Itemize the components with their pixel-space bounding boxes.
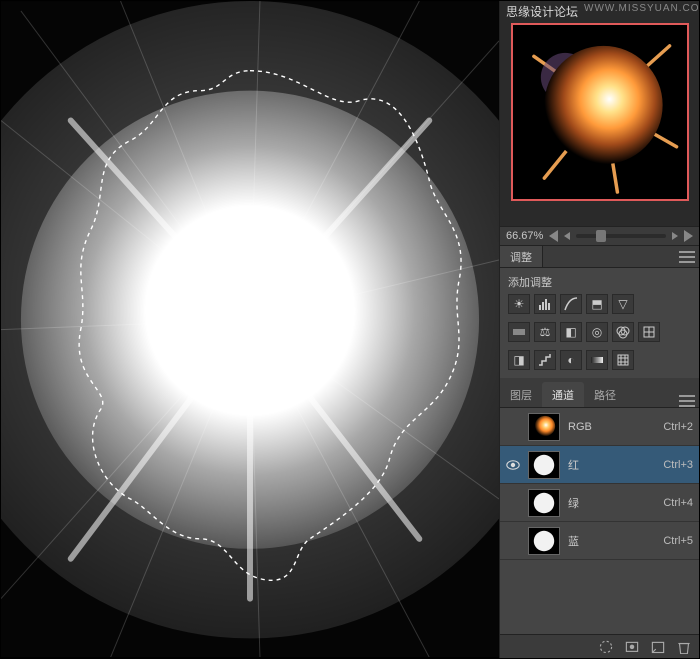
- channel-row-green[interactable]: 绿 Ctrl+4: [500, 484, 699, 522]
- gradient-map-icon[interactable]: [586, 350, 608, 370]
- navigator-zoom-bar: 66.67%: [500, 226, 699, 246]
- vibrance-icon[interactable]: ▽: [612, 294, 634, 314]
- visibility-toggle[interactable]: [506, 496, 520, 510]
- channel-thumbnail: [528, 451, 560, 479]
- navigator-panel: 思缘设计论坛 WWW.MISSYUAN.COM: [500, 1, 699, 226]
- invert-icon[interactable]: ◨: [508, 350, 530, 370]
- load-selection-icon[interactable]: [597, 639, 615, 655]
- adjustments-tab[interactable]: 调整: [500, 246, 543, 267]
- save-selection-icon[interactable]: [623, 639, 641, 655]
- curves-icon[interactable]: [560, 294, 582, 314]
- adjustments-panel: 添加调整 ☀ ⬒ ▽ ⚖ ◧ ◎ ◨ ◐: [500, 268, 699, 378]
- zoom-in-coarse-icon[interactable]: [684, 230, 693, 242]
- watermark-title: 思缘设计论坛: [506, 3, 578, 20]
- adjustments-panel-header: 调整: [500, 246, 699, 268]
- channel-shortcut: Ctrl+3: [663, 459, 693, 471]
- channels-footer: [500, 634, 699, 658]
- new-channel-icon[interactable]: [649, 639, 667, 655]
- exposure-icon[interactable]: ⬒: [586, 294, 608, 314]
- channel-name: RGB: [568, 421, 604, 433]
- tab-layers[interactable]: 图层: [500, 382, 542, 407]
- lut-icon[interactable]: [638, 322, 660, 342]
- app-root: 思缘设计论坛 WWW.MISSYUAN.COM: [1, 1, 699, 658]
- panel-flyout-menu-icon[interactable]: [679, 251, 695, 263]
- channel-thumbnail: [528, 413, 560, 441]
- tab-channels[interactable]: 通道: [542, 382, 584, 407]
- channel-shortcut: Ctrl+5: [663, 535, 693, 547]
- visibility-toggle[interactable]: [506, 534, 520, 548]
- watermark-subtitle: WWW.MISSYUAN.COM: [584, 3, 700, 14]
- zoom-slider-knob[interactable]: [596, 230, 606, 242]
- channel-thumbnail: [528, 527, 560, 555]
- channel-row-blue[interactable]: 蓝 Ctrl+5: [500, 522, 699, 560]
- channel-name: 绿: [568, 495, 604, 511]
- navigator-thumbnail[interactable]: [511, 23, 689, 201]
- tab-paths[interactable]: 路径: [584, 382, 626, 407]
- hue-icon[interactable]: [508, 322, 530, 342]
- document-canvas[interactable]: [1, 1, 499, 658]
- channel-thumbnail: [528, 489, 560, 517]
- adjustments-label: 添加调整: [508, 274, 691, 290]
- brightness-icon[interactable]: ☀: [508, 294, 530, 314]
- zoom-slider[interactable]: [576, 234, 666, 238]
- zoom-out-coarse-icon[interactable]: [549, 230, 558, 242]
- levels-icon[interactable]: [534, 294, 556, 314]
- navigator-image: [513, 25, 687, 199]
- adjustment-presets-grid: ☀ ⬒ ▽ ⚖ ◧ ◎ ◨ ◐: [508, 294, 691, 370]
- selective-icon[interactable]: [612, 350, 634, 370]
- channels-flyout-menu-icon[interactable]: [679, 395, 695, 407]
- channel-name: 蓝: [568, 533, 604, 549]
- delete-channel-icon[interactable]: [675, 639, 693, 655]
- channel-shortcut: Ctrl+4: [663, 497, 693, 509]
- bw-icon[interactable]: ◧: [560, 322, 582, 342]
- right-panel-column: 思缘设计论坛 WWW.MISSYUAN.COM: [499, 1, 699, 658]
- channel-name: 红: [568, 457, 604, 473]
- zoom-value: 66.67%: [506, 230, 543, 242]
- zoom-out-icon[interactable]: [564, 232, 570, 240]
- mixer-icon[interactable]: [612, 322, 634, 342]
- visibility-toggle[interactable]: [506, 458, 520, 472]
- channel-row-rgb[interactable]: RGB Ctrl+2: [500, 408, 699, 446]
- channel-row-red[interactable]: 红 Ctrl+3: [500, 446, 699, 484]
- balance-icon[interactable]: ⚖: [534, 322, 556, 342]
- photo-filter-icon[interactable]: ◎: [586, 322, 608, 342]
- layers-channels-paths-tabs: 图层 通道 路径: [500, 384, 699, 408]
- channels-panel: RGB Ctrl+2 红 Ctrl+3 绿 Ctrl+4 蓝 Ctrl+5: [500, 408, 699, 634]
- channel-shortcut: Ctrl+2: [663, 421, 693, 433]
- zoom-in-icon[interactable]: [672, 232, 678, 240]
- visibility-toggle[interactable]: [506, 420, 520, 434]
- posterize-icon[interactable]: [534, 350, 556, 370]
- canvas-artwork: [1, 1, 499, 657]
- threshold-icon[interactable]: ◐: [560, 350, 582, 370]
